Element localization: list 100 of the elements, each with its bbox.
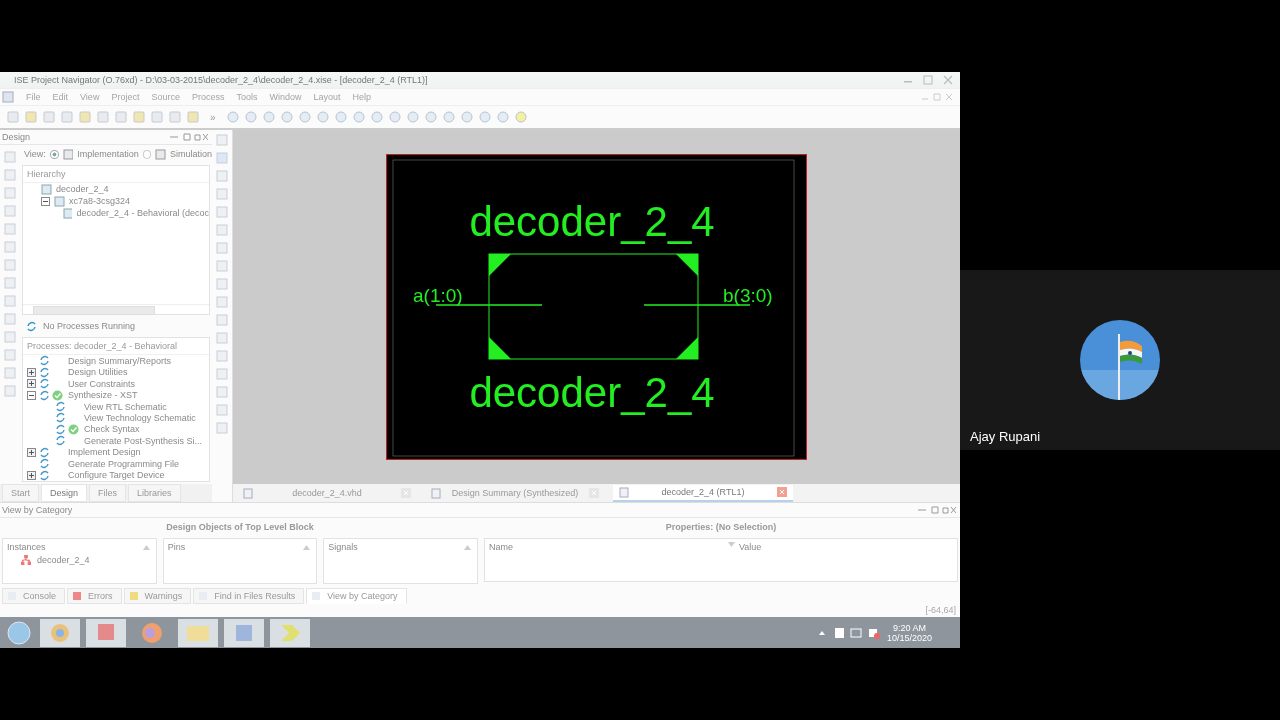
tool-icon[interactable]: [216, 134, 228, 146]
toolbar-icon[interactable]: [168, 110, 182, 124]
sort-icon[interactable]: [303, 544, 311, 550]
tool-icon[interactable]: [216, 386, 228, 398]
menu-item[interactable]: Tools: [236, 92, 258, 102]
tool-icon[interactable]: [4, 331, 16, 343]
task-entry[interactable]: Synthesize - XST: [68, 390, 138, 401]
task-entry[interactable]: Generate Programming File: [68, 458, 180, 469]
tree-toggle[interactable]: [27, 447, 36, 457]
chevron-icon[interactable]: [270, 618, 310, 647]
tool-icon[interactable]: [216, 260, 228, 272]
panel-tab[interactable]: Start: [2, 484, 39, 502]
close-icon[interactable]: [401, 488, 411, 498]
toolbar-icon[interactable]: [96, 110, 110, 124]
menu-item[interactable]: Help: [352, 92, 372, 102]
tool-icon[interactable]: [4, 151, 16, 163]
task-entry[interactable]: Design Summary/Reports: [68, 355, 172, 366]
task-entry[interactable]: View RTL Schematic: [84, 401, 167, 412]
toolbar-icon[interactable]: [333, 110, 348, 124]
menu-item[interactable]: Window: [269, 92, 302, 102]
tool-icon[interactable]: [4, 277, 16, 289]
close-icon[interactable]: [942, 75, 954, 85]
toolbar-icon[interactable]: [405, 110, 420, 124]
toolbar-icon[interactable]: [351, 110, 366, 124]
start-button[interactable]: [4, 618, 34, 647]
document-tab[interactable]: decoder_2_4 (RTL1): [613, 484, 793, 502]
menu-item[interactable]: Project: [111, 92, 140, 102]
toolbar-icon[interactable]: [423, 110, 438, 124]
radio-label[interactable]: Implementation: [77, 149, 139, 159]
window-controls-icon[interactable]: [920, 92, 954, 102]
tool-icon[interactable]: [4, 205, 16, 217]
folder-icon[interactable]: [178, 618, 218, 647]
tree-item[interactable]: decoder_2_4: [56, 184, 109, 194]
tool-icon[interactable]: [216, 296, 228, 308]
task-entry[interactable]: View Technology Schematic: [84, 413, 196, 423]
tool-icon[interactable]: [216, 404, 228, 416]
toolbar-icon[interactable]: [114, 110, 128, 124]
tree-toggle[interactable]: [27, 379, 36, 389]
menu-item[interactable]: Edit: [52, 92, 69, 102]
close-icon[interactable]: [589, 488, 599, 498]
column-header[interactable]: Pins: [167, 542, 186, 552]
radio-label[interactable]: Simulation: [169, 149, 212, 159]
panel-tab[interactable]: Find in Files Results: [193, 588, 305, 604]
tool-icon[interactable]: [216, 242, 228, 254]
toolbar-icon[interactable]: [186, 110, 200, 124]
toolbar-icon[interactable]: [261, 110, 276, 124]
panel-tab[interactable]: Libraries: [128, 484, 181, 502]
tool-icon[interactable]: [216, 368, 228, 380]
panel-tab[interactable]: Files: [89, 484, 127, 502]
tree-item[interactable]: xc7a8-3csg324: [69, 196, 131, 206]
panel-tab[interactable]: View by Category: [306, 588, 407, 604]
tool-icon[interactable]: [216, 206, 228, 218]
document-tab[interactable]: Design Summary (Synthesized): [425, 485, 605, 501]
tool-icon[interactable]: [216, 314, 228, 326]
panel-controls-icon[interactable]: [168, 132, 208, 142]
tool-icon[interactable]: [216, 224, 228, 236]
tool-icon[interactable]: [216, 350, 228, 362]
toolbar-icon[interactable]: [6, 110, 20, 124]
toolbar-icon[interactable]: [60, 110, 74, 124]
toolbar-icon[interactable]: [477, 110, 492, 124]
tree-toggle[interactable]: [27, 470, 36, 480]
panel-controls-icon[interactable]: [916, 505, 956, 515]
toolbar-icon[interactable]: [243, 110, 258, 124]
tree-toggle[interactable]: [27, 367, 36, 377]
tree-item[interactable]: decoder_2_4 - Behavioral (decoc: [76, 208, 209, 218]
sort-icon[interactable]: [142, 544, 150, 550]
toolbar-icon[interactable]: [78, 110, 92, 124]
toolbar-icon[interactable]: [225, 110, 240, 124]
menu-item[interactable]: Process: [191, 92, 225, 102]
toolbar-icon[interactable]: [150, 110, 164, 124]
tool-icon[interactable]: [4, 223, 16, 235]
tool-icon[interactable]: [4, 169, 16, 181]
menu-item[interactable]: View: [80, 92, 100, 102]
tool-icon[interactable]: [4, 349, 16, 361]
toolbar-icon[interactable]: [495, 110, 510, 124]
overflow-button[interactable]: »: [204, 111, 222, 123]
toolbar-icon[interactable]: [513, 110, 528, 124]
radio-button[interactable]: [142, 149, 152, 159]
toolbar-icon[interactable]: [132, 110, 146, 124]
toolbar-icon[interactable]: [459, 110, 474, 124]
tool-icon[interactable]: [216, 152, 228, 164]
radio-button[interactable]: [49, 149, 59, 159]
tool-icon[interactable]: [4, 385, 16, 397]
close-icon[interactable]: [777, 487, 787, 497]
column-header[interactable]: Signals: [328, 542, 358, 552]
column-header[interactable]: Name: [489, 542, 513, 552]
sort-icon[interactable]: [464, 544, 471, 550]
task-entry[interactable]: Configure Target Device: [68, 470, 165, 481]
toolbar-icon[interactable]: [24, 110, 38, 124]
task-entry[interactable]: Generate Post-Synthesis Si...: [84, 435, 203, 446]
panel-tab[interactable]: Warnings: [123, 588, 192, 604]
task-entry[interactable]: User Constraints: [68, 378, 136, 389]
tree-toggle[interactable]: [41, 196, 50, 206]
tool-icon[interactable]: [216, 332, 228, 344]
task-entry[interactable]: Design Utilities: [68, 367, 128, 378]
tree-toggle[interactable]: [27, 390, 36, 400]
toolbar-icon[interactable]: [441, 110, 456, 124]
toolbar-icon[interactable]: [279, 110, 294, 124]
tool-icon[interactable]: [216, 422, 228, 434]
sort-icon[interactable]: [728, 542, 735, 547]
